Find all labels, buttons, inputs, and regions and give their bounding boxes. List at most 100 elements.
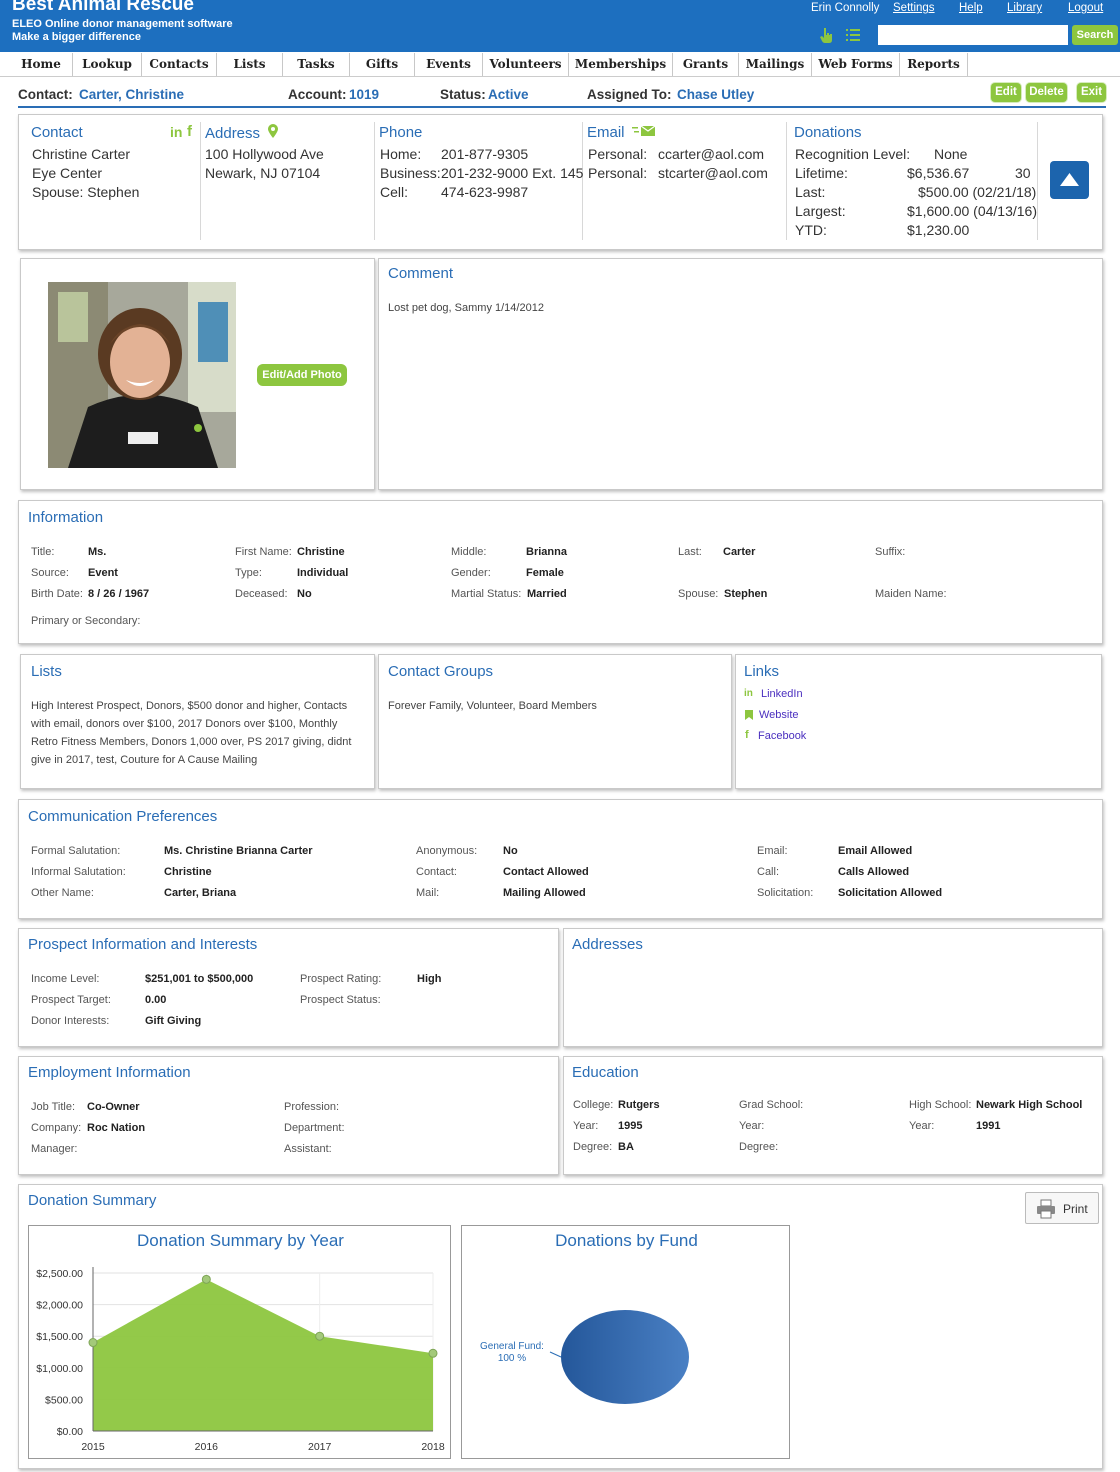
recognition-level: None: [934, 146, 968, 162]
data-point: [88, 1338, 98, 1348]
prospect-rating-value: High: [417, 973, 442, 985]
map-pin-icon[interactable]: [268, 124, 278, 138]
print-label: Print: [1063, 1202, 1088, 1216]
email-secondary[interactable]: stcarter@aol.com: [658, 165, 768, 181]
nav-gifts[interactable]: Gifts: [350, 53, 415, 76]
call-pref-label: Call:: [757, 866, 780, 878]
contact-bar-underline: [18, 106, 1106, 108]
nav-lookup[interactable]: Lookup: [73, 53, 142, 76]
delete-button[interactable]: Delete: [1026, 83, 1067, 102]
marital-status-value: Married: [527, 588, 567, 600]
lists-title: Lists: [31, 663, 62, 680]
y-tick-label: $1,000.00: [36, 1363, 83, 1375]
nav-mailings[interactable]: Mailings: [739, 53, 812, 76]
college-year-value: 1995: [618, 1120, 643, 1132]
exit-button[interactable]: Exit: [1077, 83, 1106, 102]
company-label: Company:: [31, 1122, 82, 1134]
email-primary[interactable]: ccarter@aol.com: [658, 146, 764, 162]
top-header: Best Animal Rescue ELEO Online donor man…: [0, 0, 1120, 52]
nav-memberships[interactable]: Memberships: [569, 53, 673, 76]
phone-business: 201-232-9000 Ext. 145: [441, 165, 584, 181]
status-value: Active: [488, 87, 529, 102]
nav-lists[interactable]: Lists: [217, 53, 283, 76]
comment-panel: [378, 258, 1103, 490]
contact-label: Contact:: [18, 87, 73, 102]
phone-cell: 474-623-9987: [441, 184, 529, 200]
nav-events[interactable]: Events: [415, 53, 483, 76]
website-link[interactable]: Website: [759, 709, 799, 721]
bookmark-icon: [745, 710, 753, 720]
facebook-link[interactable]: Facebook: [758, 730, 806, 742]
data-point: [315, 1331, 325, 1341]
search-button[interactable]: Search: [1072, 25, 1118, 45]
divider: [200, 122, 201, 240]
contact-spouse: Spouse: Stephen: [32, 184, 140, 200]
edit-button[interactable]: Edit: [991, 83, 1021, 102]
phone-home: 201-877-9305: [441, 146, 529, 162]
nav-grants[interactable]: Grants: [673, 53, 739, 76]
other-name-value: Carter, Briana: [164, 887, 237, 899]
employment-title: Employment Information: [28, 1064, 191, 1081]
logout-link[interactable]: Logout: [1068, 2, 1103, 14]
x-tick-label: 2018: [421, 1441, 445, 1453]
mail-pref-label: Mail:: [416, 887, 440, 899]
settings-link[interactable]: Settings: [893, 2, 935, 14]
y-tick-label: $500.00: [45, 1394, 83, 1406]
links-title: Links: [744, 663, 780, 680]
grad-year-label: Year:: [739, 1120, 765, 1132]
contact-groups-text: Forever Family, Volunteer, Board Members: [388, 700, 597, 712]
list-icon[interactable]: [846, 29, 860, 41]
nav-volunteers[interactable]: Volunteers: [483, 53, 569, 76]
email-pref-value: Email Allowed: [838, 845, 913, 857]
prospect-target-label: Prospect Target:: [31, 994, 111, 1006]
other-name-label: Other Name:: [31, 887, 94, 899]
solicitation-pref-value: Solicitation Allowed: [838, 887, 943, 899]
email-send-icon[interactable]: [632, 125, 656, 137]
print-button[interactable]: Print: [1025, 1192, 1099, 1224]
middle-name-value: Brianna: [526, 546, 567, 558]
nav-tasks[interactable]: Tasks: [283, 53, 350, 76]
current-user: Erin Connolly: [811, 2, 880, 14]
facebook-icon[interactable]: f: [187, 123, 192, 140]
data-point: [201, 1274, 211, 1284]
donor-interests-label: Donor Interests:: [31, 1015, 110, 1027]
pie-label-leader: [549, 1351, 562, 1358]
nav-home[interactable]: Home: [10, 53, 73, 76]
status-label: Status:: [440, 87, 486, 102]
nav-reports[interactable]: Reports: [900, 53, 968, 76]
manager-label: Manager:: [31, 1143, 78, 1155]
linkedin-link[interactable]: LinkedIn: [761, 688, 803, 700]
college-degree-label: Degree:: [573, 1141, 613, 1153]
donor-interests-value: Gift Giving: [145, 1015, 202, 1027]
edit-photo-button[interactable]: Edit/Add Photo: [257, 364, 347, 386]
nav-contacts[interactable]: Contacts: [142, 53, 217, 76]
lifetime-total: $6,536.67: [907, 165, 970, 181]
contact-pref-value: Contact Allowed: [503, 866, 589, 878]
lifetime-count: 30: [1015, 165, 1031, 181]
first-name-label: First Name:: [235, 546, 292, 558]
education-title: Education: [572, 1064, 639, 1081]
phone-home-label: Home:: [380, 146, 422, 162]
formal-salutation-value: Ms. Christine Brianna Carter: [164, 845, 313, 857]
hand-pointer-icon[interactable]: [818, 27, 834, 43]
contact-full-name: Christine Carter: [32, 146, 131, 162]
contact-pref-label: Contact:: [416, 866, 457, 878]
search-input[interactable]: [878, 25, 1068, 45]
maiden-name-label: Maiden Name:: [875, 588, 947, 600]
department-label: Department:: [284, 1122, 345, 1134]
deceased-label: Deceased:: [235, 588, 288, 600]
high-school-year-label: Year:: [909, 1120, 935, 1132]
linkedin-icon[interactable]: in: [170, 124, 182, 140]
help-link[interactable]: Help: [959, 2, 983, 14]
nav-web-forms[interactable]: Web Forms: [812, 53, 900, 76]
library-link[interactable]: Library: [1007, 2, 1042, 14]
nav-divider: [0, 76, 1120, 77]
addresses-panel: [563, 928, 1103, 1047]
divider: [374, 122, 375, 240]
collapse-up-button[interactable]: [1050, 161, 1089, 199]
pie-slice: [561, 1310, 689, 1404]
account-label: Account:: [288, 87, 347, 102]
high-school-value: Newark High School: [976, 1099, 1083, 1111]
email-pref-label: Email:: [757, 845, 788, 857]
triangle-up-icon: [1060, 173, 1079, 186]
